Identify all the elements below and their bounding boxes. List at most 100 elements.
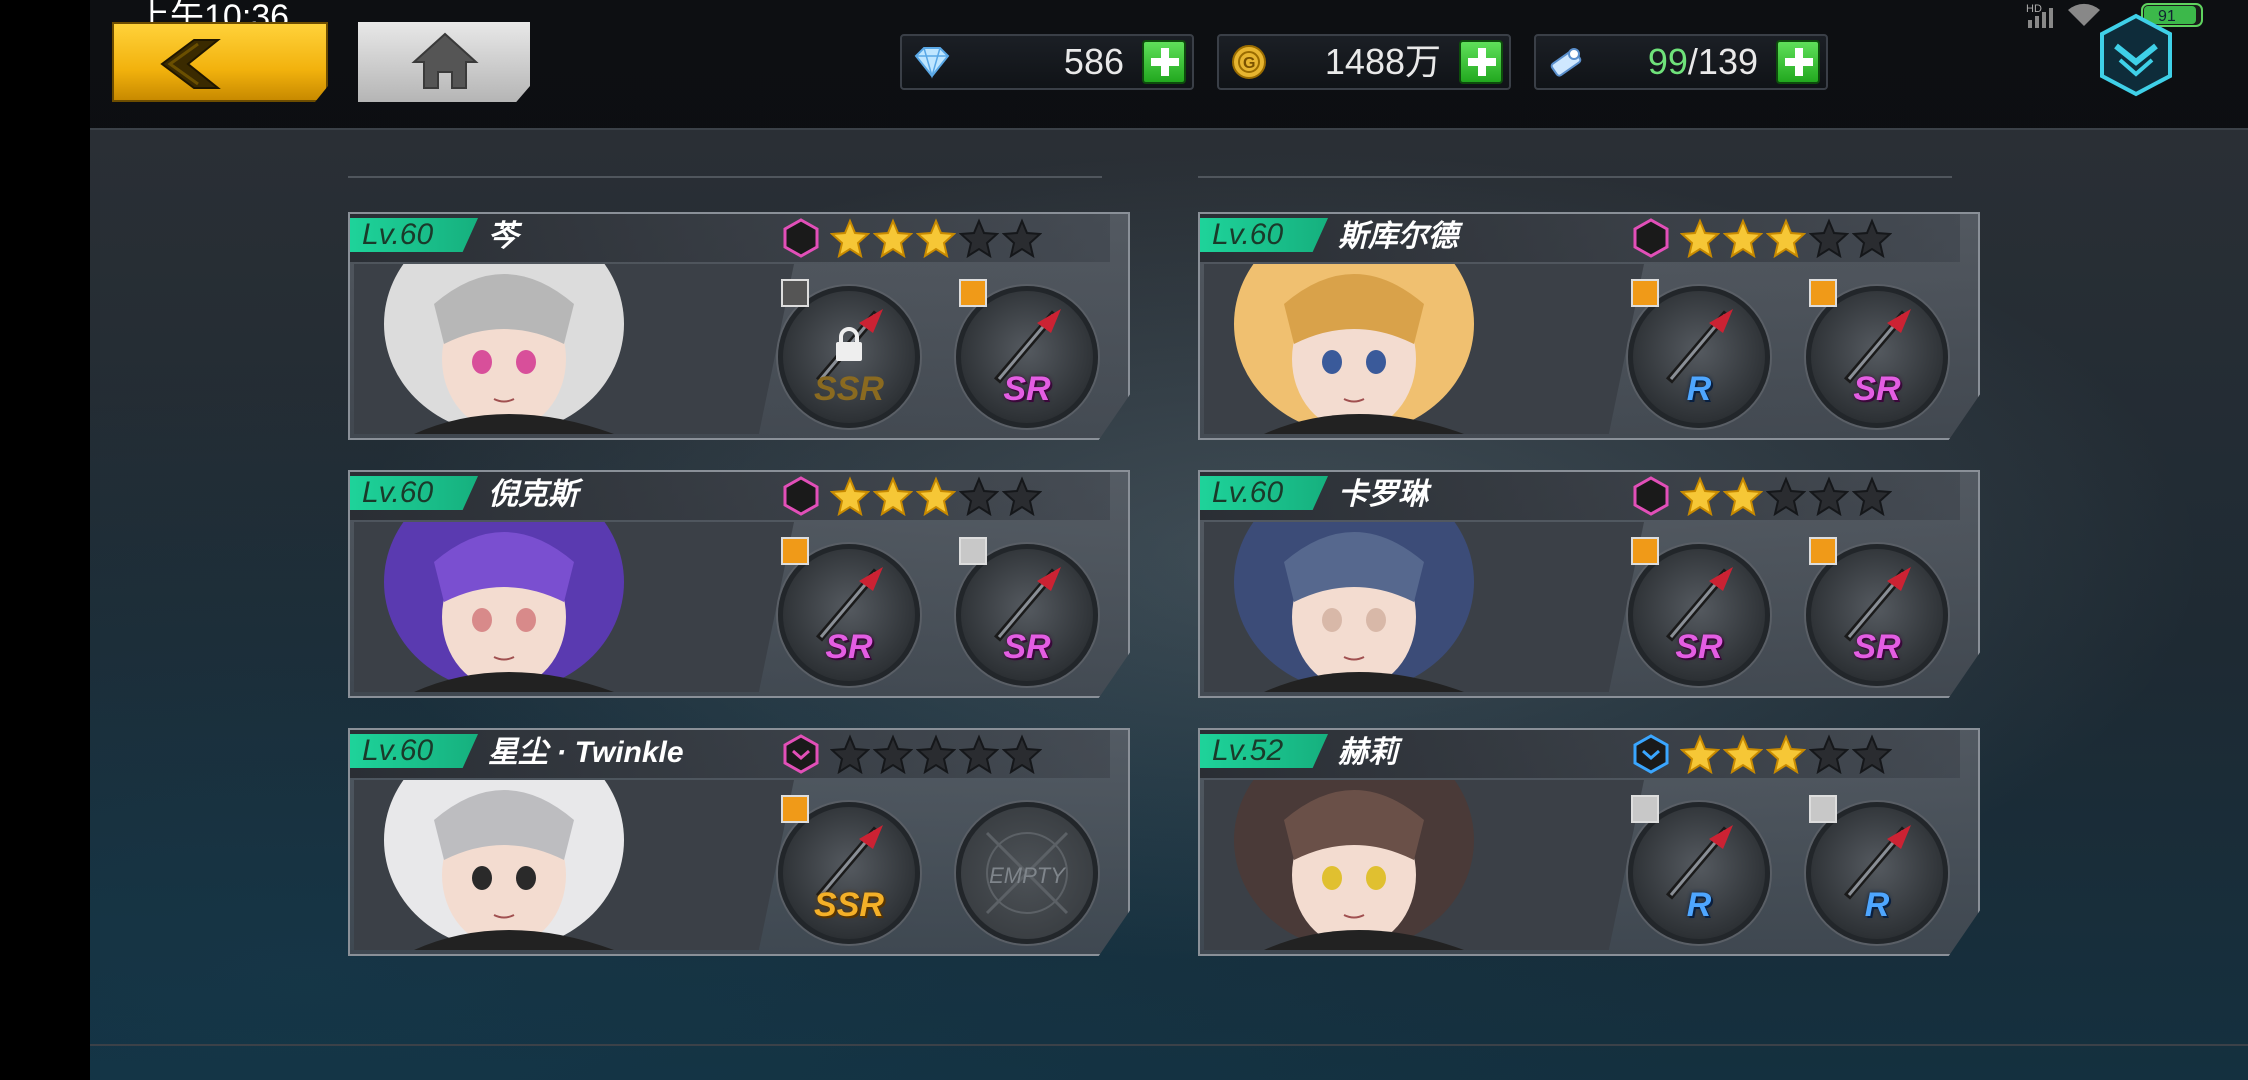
star-rating [1680,734,1895,774]
weapon-slot[interactable]: R [1806,795,1948,944]
energy-counter: 99/139 [1534,34,1828,90]
rank-hexagon-icon [1633,476,1669,516]
add-coin-button[interactable] [1459,40,1503,84]
character-card[interactable]: Lv.60 卡罗琳 SR SR [1198,470,1980,698]
character-card[interactable]: Lv.60 星尘 · Twinkle SSR EMPTY [348,728,1130,956]
character-card[interactable]: Lv.60 芩 SSR SR [348,212,1130,440]
level-text: Lv.60 [362,734,434,767]
level-badge: Lv.60 [1200,218,1328,252]
diamond-icon [914,47,950,79]
weapon-rarity: R [1686,886,1712,924]
character-name: 星尘 · Twinkle [488,736,684,769]
star-empty-icon [1809,218,1849,258]
star-filled-icon [873,218,913,258]
star-empty-icon [1852,218,1892,258]
weapon-rarity: SSR [814,370,884,408]
weapon-slot[interactable]: SR [956,279,1098,428]
add-diamond-button[interactable] [1142,40,1186,84]
star-filled-icon [1680,734,1720,774]
energy-ticket-icon [1550,48,1582,77]
star-filled-icon [1766,218,1806,258]
chevron-down-icon [2100,13,2172,97]
level-text: Lv.60 [362,218,434,251]
weapon-rarity: SR [1003,628,1051,666]
menu-dropdown-button[interactable] [2098,12,2174,98]
character-card[interactable]: Lv.60 斯库尔德 R SR [1198,212,1980,440]
level-text: Lv.60 [1212,218,1284,251]
star-empty-icon [959,218,999,258]
weapon-slot[interactable]: SR [1806,537,1948,686]
star-filled-icon [830,476,870,516]
energy-value: 99/139 [1648,42,1758,82]
star-empty-icon [1002,734,1042,774]
star-rating [830,476,1045,516]
empty-label: EMPTY [989,863,1065,888]
weapon-rarity: SR [1675,628,1723,666]
weapon-slot[interactable]: R [1628,795,1770,944]
svg-text:HD: HD [2026,3,2042,15]
level-text: Lv.60 [1212,476,1284,509]
list-top-divider-right [1198,176,1952,178]
rank-hexagon-icon [783,218,819,258]
weapon-rarity: SR [825,628,873,666]
star-filled-icon [830,218,870,258]
character-card[interactable]: Lv.60 倪克斯 SR SR [348,470,1130,698]
star-filled-icon [873,476,913,516]
star-filled-icon [1680,218,1720,258]
character-portrait [1204,264,1644,434]
weapon-rarity: SR [1853,628,1901,666]
weapon-rarity: SR [1003,370,1051,408]
weapon-rarity: SR [1853,370,1901,408]
rank-hexagon-icon [1633,734,1669,774]
star-filled-icon [1723,734,1763,774]
energy-current: 99 [1647,41,1688,82]
weapon-slot[interactable]: SSR [778,279,920,428]
coin-value: 1488万 [1324,41,1441,82]
star-filled-icon [1680,476,1720,516]
weapon-slot[interactable]: SSR [778,795,920,944]
star-filled-icon [916,218,956,258]
character-name: 斯库尔德 [1338,220,1458,253]
character-card[interactable]: Lv.52 赫莉 R R [1198,728,1980,956]
star-filled-icon [1723,218,1763,258]
star-empty-icon [1852,476,1892,516]
back-arrow-icon [160,39,221,89]
weapon-rarity: R [1864,886,1890,924]
star-rating [830,734,1045,774]
game-screen: 上午10:36 HD 91 586 G 1488万 99/139 Lv.60 芩… [0,0,2248,1080]
character-portrait [354,264,794,434]
level-badge: Lv.60 [350,734,478,768]
level-text: Lv.60 [362,476,434,509]
star-empty-icon [1809,476,1849,516]
character-name: 倪克斯 [488,478,578,511]
home-button[interactable] [358,22,530,102]
character-portrait [1204,780,1644,950]
energy-max: /139 [1687,41,1758,82]
rank-hexagon-icon [783,734,819,774]
panel-bottom-divider [90,1044,2248,1046]
character-portrait [354,522,794,692]
level-badge: Lv.52 [1200,734,1328,768]
character-portrait [1204,522,1644,692]
add-energy-button[interactable] [1776,40,1820,84]
character-portrait [354,780,794,950]
star-empty-icon [873,734,913,774]
left-black-band [0,0,90,1080]
empty-weapon-slot[interactable]: EMPTY [956,802,1098,944]
weapon-slot[interactable]: SR [956,537,1098,686]
svg-text:G: G [1243,55,1255,72]
star-empty-icon [959,734,999,774]
star-rating [1680,218,1895,258]
weapon-slot[interactable]: R [1628,279,1770,428]
weapon-slot[interactable]: SR [1628,537,1770,686]
character-name: 卡罗琳 [1338,478,1428,511]
weapon-rarity: SSR [814,886,884,924]
weapon-slot[interactable]: SR [778,537,920,686]
star-filled-icon [1766,734,1806,774]
home-icon [411,32,479,89]
level-badge: Lv.60 [350,218,478,252]
weapon-slot[interactable]: SR [1806,279,1948,428]
rank-hexagon-icon [783,476,819,516]
back-button[interactable] [112,22,328,102]
star-empty-icon [959,476,999,516]
